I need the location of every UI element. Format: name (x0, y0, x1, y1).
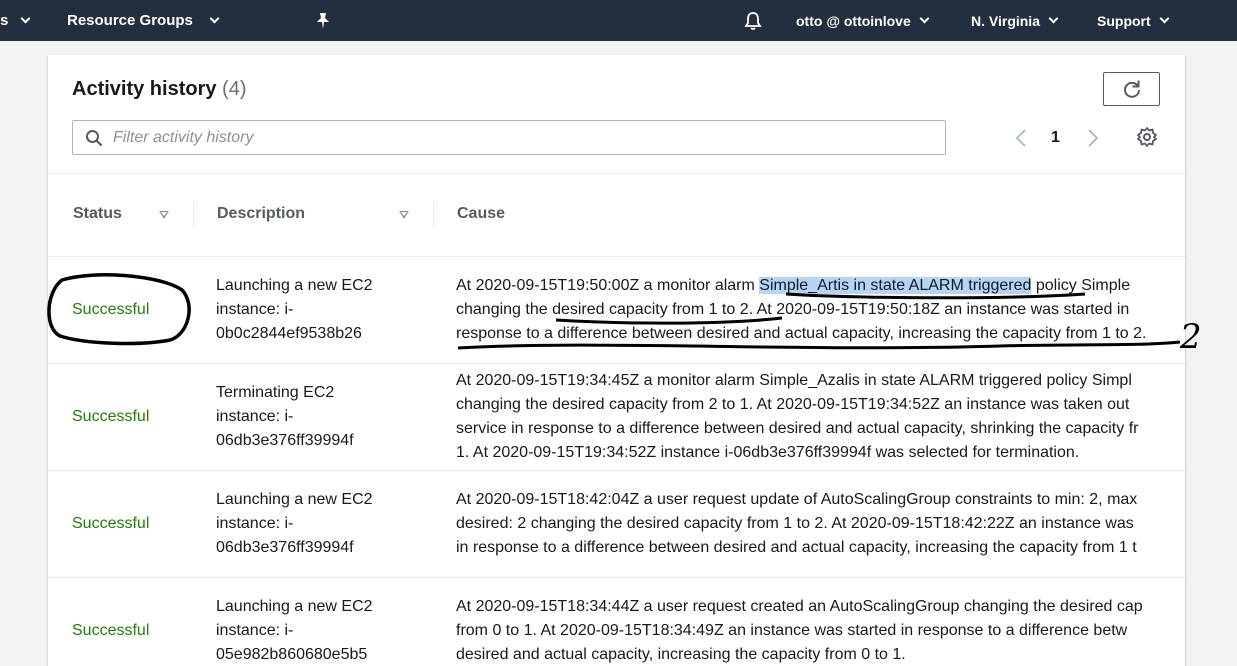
support-label: Support (1097, 12, 1151, 29)
resource-groups-label: Resource Groups (67, 12, 193, 29)
cause-line: 1. At 2020-09-15T19:34:52Z instance i-06… (456, 444, 1080, 461)
cause-line: from 0 to 1. At 2020-09-15T18:34:49Z an … (456, 622, 1128, 639)
table-row: Successful Terminating EC2 instance: i- … (48, 364, 1185, 471)
filter-field[interactable] (72, 120, 946, 155)
description-cell: Launching a new EC2 instance: i- 0b0c284… (216, 274, 416, 346)
description-line: 06db3e376ff39994f (216, 539, 354, 556)
cause-line: At 2020-09-15T18:42:04Z a user request u… (456, 491, 1138, 508)
cause-line: changing the desired capacity from 1 to … (456, 301, 1130, 318)
page-title: Activity history (4) (72, 78, 247, 101)
services-menu[interactable]: s (0, 0, 31, 41)
title-text: Activity history (72, 78, 217, 100)
status-text: Successful (72, 515, 150, 532)
description-cell: Launching a new EC2 instance: i- 05e982b… (216, 595, 416, 666)
column-divider[interactable] (193, 202, 194, 228)
cause-line: At 2020-09-15T19:34:45Z a monitor alarm … (456, 372, 1132, 389)
description-line: Terminating EC2 (216, 384, 335, 401)
sort-status-icon[interactable] (159, 211, 169, 219)
title-count: (4) (222, 78, 247, 100)
cause-line: At 2020-09-15T19:50:00Z a monitor alarm … (456, 274, 1185, 298)
description-line: instance: i- (216, 408, 294, 425)
activity-history-panel: Activity history (4) 1 Status Descriptio… (48, 55, 1185, 666)
description-line: instance: i- (216, 515, 294, 532)
services-label: s (0, 12, 9, 29)
region-label: N. Virginia (971, 12, 1040, 29)
pin-icon[interactable] (315, 0, 331, 41)
account-label: otto @ ottoinlove (796, 12, 911, 29)
cause-column-header[interactable]: Cause (457, 205, 505, 223)
table-header: Status Description Cause (48, 173, 1185, 257)
cause-line: service in response to a difference betw… (456, 420, 1139, 437)
status-text: Successful (72, 301, 150, 318)
chevron-down-icon (1048, 13, 1059, 24)
search-icon (85, 129, 103, 147)
status-text: Successful (72, 408, 150, 425)
description-line: Launching a new EC2 (216, 598, 373, 615)
description-line: 05e982b860680e5b5 (216, 646, 368, 663)
cause-line: in response to a difference between desi… (456, 539, 1137, 556)
description-line: instance: i- (216, 622, 294, 639)
table-row: Successful Launching a new EC2 instance:… (48, 578, 1185, 666)
chevron-down-icon (1159, 13, 1170, 24)
refresh-button[interactable] (1103, 72, 1160, 106)
cause-line: At 2020-09-15T18:34:44Z a user request c… (456, 598, 1143, 615)
description-line: Launching a new EC2 (216, 491, 373, 508)
selected-text: Simple_Artis in state ALARM triggered (759, 277, 1032, 294)
cause-cell: At 2020-09-15T19:34:45Z a monitor alarm … (456, 369, 1185, 465)
cause-line: changing the desired capacity from 2 to … (456, 396, 1130, 413)
description-line: 0b0c2844ef9538b26 (216, 325, 362, 342)
cause-cell: At 2020-09-15T19:50:00Z a monitor alarm … (456, 274, 1185, 346)
description-cell: Terminating EC2 instance: i- 06db3e376ff… (216, 381, 416, 453)
description-line: 06db3e376ff39994f (216, 432, 354, 449)
cause-cell: At 2020-09-15T18:34:44Z a user request c… (456, 595, 1185, 666)
table-row: Successful Launching a new EC2 instance:… (48, 257, 1185, 364)
support-menu[interactable]: Support (1097, 0, 1170, 41)
description-line: Launching a new EC2 (216, 277, 373, 294)
chevron-right-icon (1088, 129, 1099, 147)
account-menu[interactable]: otto @ ottoinlove (796, 0, 930, 41)
status-text: Successful (72, 622, 150, 639)
previous-page-button[interactable] (1015, 123, 1027, 153)
description-column-header[interactable]: Description (217, 205, 305, 223)
refresh-icon (1122, 79, 1142, 99)
page-number-button[interactable]: 1 (1051, 123, 1060, 153)
region-menu[interactable]: N. Virginia (971, 0, 1059, 41)
resource-groups-menu[interactable]: Resource Groups (67, 0, 220, 41)
cause-line: response to a difference between desired… (456, 325, 1147, 342)
cause-line: desired and actual capacity, increasing … (456, 646, 906, 663)
chevron-down-icon (919, 13, 930, 24)
cause-text: policy Simple (1031, 277, 1131, 294)
top-navigation: s Resource Groups otto @ ottoinlove N. V… (0, 0, 1237, 41)
column-divider[interactable] (433, 202, 434, 228)
chevron-down-icon (209, 13, 220, 24)
table-row: Successful Launching a new EC2 instance:… (48, 471, 1185, 578)
sort-description-icon[interactable] (399, 211, 409, 219)
status-column-header[interactable]: Status (73, 205, 122, 223)
description-line: instance: i- (216, 301, 294, 318)
filter-input[interactable] (113, 128, 893, 147)
chevron-down-icon (20, 13, 31, 24)
settings-gear-icon[interactable] (1136, 126, 1158, 153)
notifications-bell-icon[interactable] (743, 0, 763, 41)
cause-cell: At 2020-09-15T18:42:04Z a user request u… (456, 488, 1185, 560)
description-cell: Launching a new EC2 instance: i- 06db3e3… (216, 488, 416, 560)
cause-text: At 2020-09-15T19:50:00Z a monitor alarm (456, 277, 760, 294)
cause-line: desired: 2 changing the desired capacity… (456, 515, 1134, 532)
chevron-left-icon (1015, 129, 1026, 147)
next-page-button[interactable] (1087, 123, 1099, 153)
